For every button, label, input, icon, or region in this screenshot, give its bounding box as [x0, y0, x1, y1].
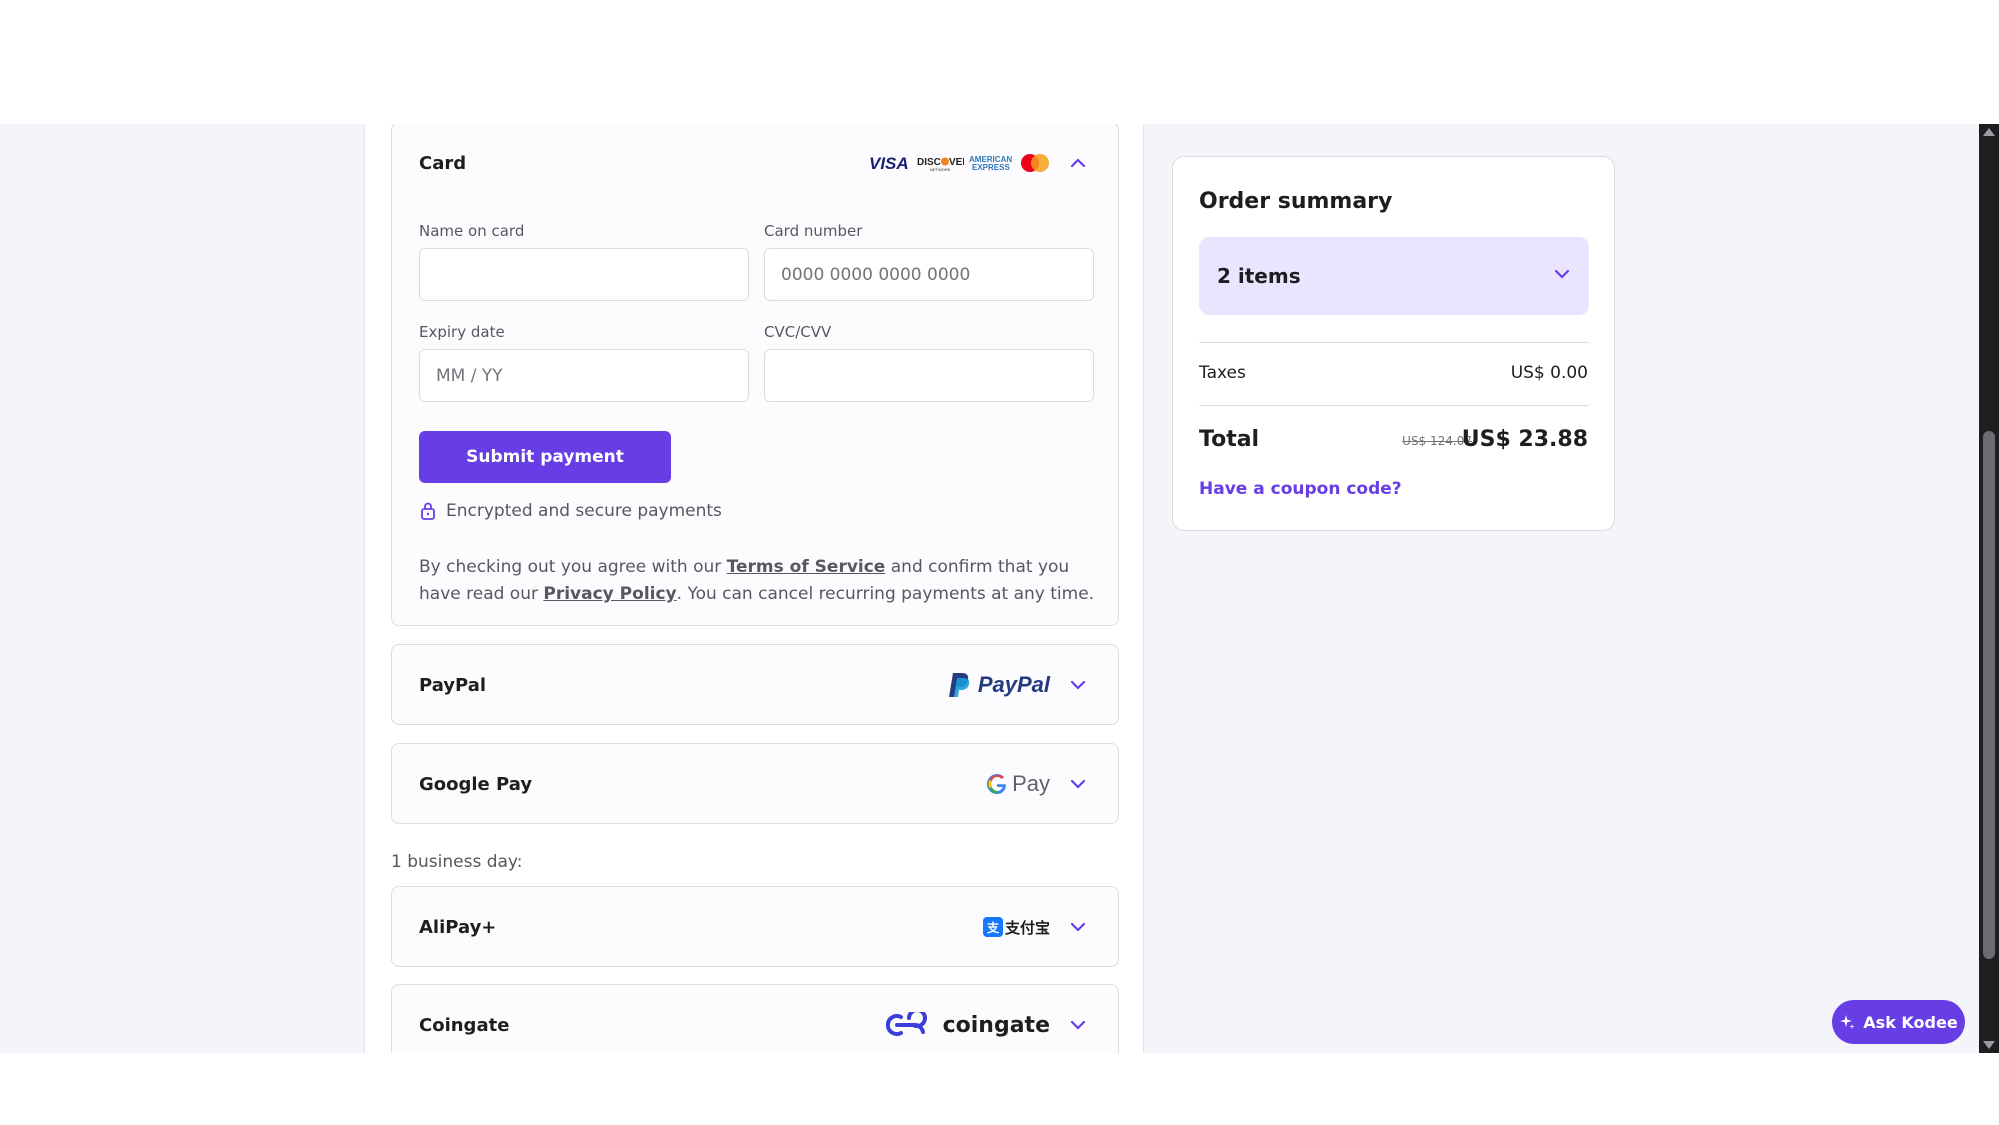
card-payment-panel: Card VISA DISC VER NETWORK AMERICAN EXPR… [391, 124, 1119, 626]
total-price: US$ 23.88 [1461, 427, 1588, 452]
alipay-logo-text: 支付宝 [1004, 918, 1050, 937]
checkout-viewport: Card VISA DISC VER NETWORK AMERICAN EXPR… [0, 124, 1979, 1053]
items-dropdown[interactable]: 2 items [1199, 237, 1589, 315]
svg-text:VER: VER [949, 157, 964, 168]
scroll-down-arrow-icon[interactable] [1983, 1041, 1995, 1049]
alipay-panel-header[interactable]: AliPay+ 支 支付宝 [392, 887, 1118, 967]
terms-of-service-link[interactable]: Terms of Service [727, 557, 886, 577]
card-number-label: Card number [764, 222, 863, 240]
top-bar [0, 0, 1999, 124]
summary-divider [1199, 342, 1589, 343]
order-summary-title: Order summary [1199, 189, 1393, 214]
mastercard-logo-icon [1021, 154, 1049, 172]
lock-icon [421, 502, 435, 520]
card-brand-logos: VISA DISC VER NETWORK AMERICAN EXPRESS [868, 153, 1050, 173]
svg-text:支: 支 [986, 920, 1000, 935]
google-pay-panel[interactable]: Google Pay Pay [391, 743, 1119, 824]
svg-text:VISA: VISA [869, 154, 909, 172]
chevron-down-icon[interactable] [1064, 770, 1092, 798]
submit-payment-button[interactable]: Submit payment [419, 431, 671, 483]
cvc-label: CVC/CVV [764, 323, 832, 341]
bottom-bar [0, 1053, 1999, 1125]
paypal-logo: PayPal [948, 671, 1050, 699]
name-on-card-input[interactable] [419, 248, 749, 301]
coingate-title: Coingate [419, 1014, 510, 1036]
paypal-panel[interactable]: PayPal PayPal [391, 644, 1119, 725]
paypal-title: PayPal [419, 674, 487, 696]
google-pay-title: Google Pay [419, 773, 533, 795]
agree-prefix: By checking out you agree with our [419, 557, 727, 577]
coingate-panel-header[interactable]: Coingate coingate [392, 985, 1118, 1053]
alipay-icon: 支 [982, 917, 1003, 937]
total-label: Total [1199, 427, 1260, 452]
taxes-value: US$ 0.00 [1510, 363, 1588, 383]
google-pay-logo-text: Pay [1012, 771, 1050, 796]
paypal-panel-header[interactable]: PayPal PayPal [392, 645, 1118, 725]
alipay-title: AliPay+ [419, 916, 497, 938]
google-pay-logo: Pay [986, 771, 1050, 797]
privacy-policy-link[interactable]: Privacy Policy [543, 584, 676, 604]
visa-logo-icon: VISA [869, 154, 909, 172]
secure-payments-text: Encrypted and secure payments [446, 501, 722, 521]
paypal-logo-text: PayPal [977, 672, 1050, 697]
order-summary-card: Order summary 2 items Taxes US$ 0.00 Tot… [1172, 156, 1615, 531]
alipay-panel[interactable]: AliPay+ 支 支付宝 [391, 886, 1119, 967]
coingate-icon [885, 1012, 927, 1036]
cvc-input[interactable] [764, 349, 1094, 402]
vertical-scrollbar[interactable] [1979, 124, 1999, 1053]
coingate-logo-text: coingate [942, 1012, 1050, 1038]
business-day-label: 1 business day: [391, 852, 523, 872]
sparkle-icon [1840, 1015, 1855, 1029]
secure-payments-note: Encrypted and secure payments [419, 501, 722, 521]
svg-text:NETWORK: NETWORK [930, 167, 951, 172]
ask-kodee-button[interactable]: Ask Kodee [1832, 1000, 1965, 1044]
expiry-date-input[interactable] [419, 349, 749, 402]
taxes-label: Taxes [1199, 363, 1246, 383]
ask-kodee-label: Ask Kodee [1863, 1012, 1958, 1032]
chevron-down-icon[interactable] [1064, 671, 1092, 699]
scroll-up-arrow-icon[interactable] [1983, 128, 1995, 136]
paypal-p-icon [948, 673, 970, 697]
coingate-panel[interactable]: Coingate coingate [391, 984, 1119, 1053]
payment-methods-column: Card VISA DISC VER NETWORK AMERICAN EXPR… [364, 124, 1144, 1053]
expiry-date-label: Expiry date [419, 323, 505, 341]
alipay-logo: 支 支付宝 [982, 917, 1050, 938]
svg-text:EXPRESS: EXPRESS [972, 163, 1010, 172]
card-panel-header[interactable]: Card VISA DISC VER NETWORK AMERICAN EXPR… [392, 124, 1118, 203]
amex-logo-icon: AMERICAN EXPRESS [969, 155, 1012, 172]
chevron-up-icon[interactable] [1064, 149, 1092, 177]
name-on-card-label: Name on card [419, 222, 525, 240]
discover-logo-icon: DISC VER NETWORK [917, 157, 964, 172]
summary-divider [1199, 405, 1589, 406]
coupon-code-link[interactable]: Have a coupon code? [1199, 479, 1402, 499]
agree-suffix: . You can cancel recurring payments at a… [676, 584, 1095, 604]
coingate-logo: coingate [883, 1012, 1050, 1038]
card-panel-title: Card [419, 152, 467, 174]
terms-agreement-text: By checking out you agree with our Terms… [419, 554, 1099, 608]
chevron-down-icon[interactable] [1064, 1011, 1092, 1039]
google-g-icon [986, 774, 1007, 795]
google-pay-panel-header[interactable]: Google Pay Pay [392, 744, 1118, 824]
items-count-label: 2 items [1217, 264, 1301, 288]
chevron-down-icon[interactable] [1064, 913, 1092, 941]
card-number-input[interactable] [764, 248, 1094, 301]
scroll-thumb[interactable] [1983, 431, 1995, 959]
chevron-down-icon[interactable] [1553, 265, 1571, 287]
